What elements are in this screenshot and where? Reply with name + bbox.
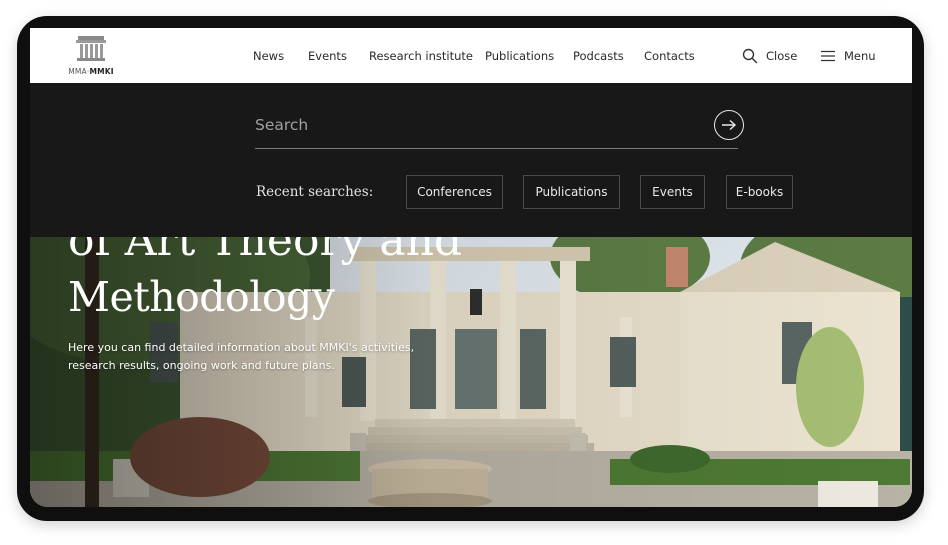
nav-item-news[interactable]: News: [253, 28, 284, 83]
recent-search-chip[interactable]: Events: [640, 175, 705, 209]
hero-title-top: of Art Theory and: [68, 237, 463, 266]
nav-item-publications[interactable]: Publications: [485, 28, 554, 83]
nav-item-podcasts[interactable]: Podcasts: [573, 28, 624, 83]
recent-search-chip[interactable]: Publications: [523, 175, 620, 209]
search-panel: Recent searches: Conferences Publication…: [30, 83, 912, 237]
search-underline: [255, 148, 738, 149]
nav-research-link[interactable]: Research institute: [369, 49, 473, 63]
recent-search-chip[interactable]: E-books: [726, 175, 793, 209]
close-label[interactable]: Close: [766, 49, 797, 63]
search-icon: [742, 48, 758, 63]
recent-search-chip[interactable]: Conferences: [406, 175, 503, 209]
search-close-button[interactable]: Close: [742, 28, 797, 83]
nav-item-events[interactable]: Events: [308, 28, 347, 83]
nav-item-research-institute[interactable]: Research institute: [369, 28, 473, 83]
menu-icon: [821, 50, 835, 61]
nav-podcasts-link[interactable]: Podcasts: [573, 49, 624, 63]
search-submit-button[interactable]: [714, 110, 744, 140]
menu-button[interactable]: Menu: [820, 28, 876, 83]
nav-item-contacts[interactable]: Contacts: [644, 28, 695, 83]
nav-publications-link[interactable]: Publications: [485, 49, 554, 63]
browser-screen: MMA·MMKI News Events Research institute …: [30, 28, 912, 507]
hero-title: Methodology: [68, 273, 335, 321]
hero-section: of Art Theory and Methodology Here you c…: [30, 237, 912, 507]
arrow-right-icon: [722, 119, 737, 131]
nav-news-link[interactable]: News: [253, 49, 284, 63]
nav-events-link[interactable]: Events: [308, 49, 347, 63]
recent-searches-label: Recent searches:: [256, 184, 374, 200]
logo-wordmark: MMA·MMKI: [68, 67, 114, 76]
nav-contacts-link[interactable]: Contacts: [644, 49, 695, 63]
logo[interactable]: MMA·MMKI: [67, 34, 115, 78]
menu-label[interactable]: Menu: [844, 49, 876, 63]
site-header: MMA·MMKI News Events Research institute …: [30, 28, 912, 83]
hero-description: Here you can find detailed information a…: [68, 341, 415, 372]
logo-icon: [76, 36, 106, 61]
search-input[interactable]: [255, 107, 710, 143]
